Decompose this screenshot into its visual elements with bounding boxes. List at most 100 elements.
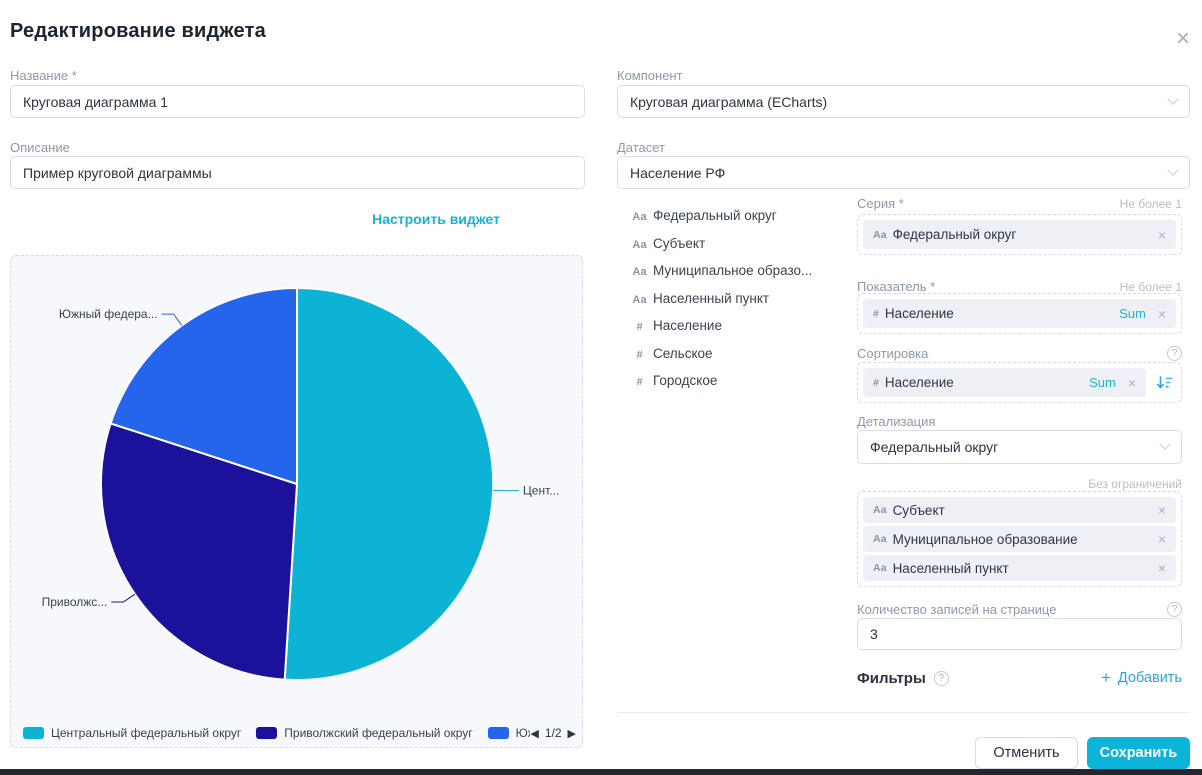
drilldown-chip-list: АаСубъект×АаМуниципальное образование×Аа… [863, 497, 1176, 581]
page-size-input[interactable] [870, 626, 1169, 642]
field-name: Население [653, 318, 722, 333]
cancel-button[interactable]: Отменить [975, 737, 1078, 769]
field-type-icon: # [631, 349, 648, 361]
field-chip[interactable]: Аа Субъект × [863, 497, 1176, 523]
field-name: Население [885, 375, 954, 390]
remove-chip-icon[interactable]: × [1158, 532, 1166, 546]
field-chip[interactable]: Аа Муниципальное образование × [863, 526, 1176, 552]
description-input-wrap [10, 156, 585, 189]
legend-next-icon[interactable]: ▶ [568, 727, 576, 740]
dataset-field[interactable]: # Сельское [631, 346, 846, 361]
dataset-field-list: АаФедеральный округАаСубъектАаМуниципаль… [631, 208, 846, 401]
field-name: Субъект [893, 503, 945, 518]
series-header: Серия * Не более 1 [857, 196, 1182, 211]
field-type-icon: # [873, 377, 879, 389]
legend-swatch [256, 727, 277, 739]
component-select[interactable]: Круговая диаграмма (ECharts) [617, 85, 1190, 118]
component-select-value: Круговая диаграмма (ECharts) [630, 94, 827, 110]
help-icon[interactable]: ? [1167, 346, 1182, 361]
pie-slice-label: Южный федера... [59, 307, 158, 321]
remove-chip-icon[interactable]: × [1158, 228, 1166, 242]
legend-label: Приволжский федеральный округ [284, 726, 472, 740]
field-type-icon: Аа [631, 239, 648, 251]
field-chip[interactable]: #НаселениеSum× [863, 299, 1176, 328]
sort-chip-slot: # Население Sum × [863, 368, 1146, 397]
add-filter-label: Добавить [1118, 670, 1182, 686]
legend-item[interactable]: Приволжский федеральный округ [256, 726, 472, 740]
plus-icon: + [1101, 668, 1111, 688]
pie-slice[interactable] [285, 288, 494, 680]
widget-description-input[interactable] [23, 165, 572, 181]
field-name: Муниципальное образо... [653, 263, 812, 278]
pie-chart-svg[interactable]: Цент...Приволжс...Южный федера... [11, 256, 584, 708]
remove-chip-icon[interactable]: × [1158, 307, 1166, 321]
series-dropzone[interactable]: АаФедеральный округ× [857, 214, 1182, 255]
field-name: Сельское [653, 346, 713, 361]
filters-row: Фильтры ? + Добавить [857, 668, 1182, 688]
metric-dropzone[interactable]: #НаселениеSum× [857, 293, 1182, 334]
aggregation-badge[interactable]: Sum [1089, 375, 1116, 390]
dataset-label: Датасет [617, 140, 665, 155]
drilldown-dropzone[interactable]: АаСубъект×АаМуниципальное образование×Аа… [857, 491, 1182, 587]
help-icon[interactable]: ? [934, 671, 949, 686]
dataset-select-value: Население РФ [630, 165, 725, 181]
dataset-field[interactable]: АаСубъект [631, 236, 846, 251]
legend-prev-icon[interactable]: ◀ [530, 727, 538, 740]
footer-divider [617, 712, 1190, 713]
dataset-field[interactable]: # Население [631, 318, 846, 333]
configure-widget-link[interactable]: Настроить виджет [10, 211, 500, 227]
field-name: Население [885, 306, 954, 321]
metric-limit-hint: Не более 1 [1120, 280, 1182, 294]
page-size-label: Количество записей на странице [857, 602, 1056, 617]
legend-pager: ◀ 1/2 ▶ [530, 726, 576, 740]
add-filter-button[interactable]: + Добавить [1101, 668, 1182, 688]
dataset-field[interactable]: АаФедеральный округ [631, 208, 846, 223]
field-type-icon: Аа [873, 229, 887, 241]
detail-label: Детализация [857, 414, 935, 429]
help-icon[interactable]: ? [1167, 602, 1182, 617]
description-label: Описание [10, 140, 70, 155]
legend-item[interactable]: Центральный федеральный округ [23, 726, 241, 740]
widget-name-input[interactable] [23, 94, 572, 110]
dataset-field[interactable]: # Городское [631, 373, 846, 388]
field-type-icon: # [631, 321, 648, 333]
series-limit-hint: Не более 1 [1120, 197, 1182, 211]
drilldown-limit-hint: Без ограничений [857, 477, 1182, 491]
field-type-icon: Аа [873, 533, 887, 545]
metric-header: Показатель * Не более 1 [857, 279, 1182, 294]
dataset-field[interactable]: АаНаселенный пункт [631, 291, 846, 306]
series-chip-slot: АаФедеральный округ× [863, 220, 1176, 249]
field-name: Городское [653, 373, 717, 388]
name-label: Название * [10, 68, 77, 83]
field-type-icon: Аа [631, 266, 648, 278]
save-button[interactable]: Сохранить [1087, 737, 1190, 769]
detail-select[interactable]: Федеральный округ [857, 430, 1182, 464]
dialog-title: Редактирование виджета [10, 20, 266, 43]
remove-chip-icon[interactable]: × [1128, 376, 1136, 390]
legend-label: Юж [516, 726, 531, 740]
sort-direction-icon[interactable] [1154, 374, 1176, 392]
widget-preview-panel: Цент...Приволжс...Южный федера... Центра… [10, 255, 583, 748]
field-type-icon: # [631, 376, 648, 388]
chevron-down-icon [1167, 93, 1178, 104]
field-chip[interactable]: АаНаселенный пункт× [863, 555, 1176, 581]
page-size-input-wrap [857, 618, 1182, 650]
edit-widget-dialog: Редактирование виджета × Название * Опис… [0, 0, 1202, 775]
legend-item[interactable]: Юж [488, 726, 531, 740]
field-chip[interactable]: АаФедеральный округ× [863, 220, 1176, 249]
aggregation-badge[interactable]: Sum [1119, 306, 1146, 321]
dataset-select[interactable]: Население РФ [617, 156, 1190, 189]
remove-chip-icon[interactable]: × [1158, 561, 1166, 575]
pie-slice-label: Цент... [523, 484, 559, 498]
pie-label-line [111, 594, 135, 602]
field-name: Муниципальное образование [893, 532, 1078, 547]
remove-chip-icon[interactable]: × [1158, 503, 1166, 517]
field-name: Населенный пункт [653, 291, 769, 306]
close-icon[interactable]: × [1176, 28, 1190, 50]
page-size-header: Количество записей на странице ? [857, 602, 1182, 617]
sort-dropzone[interactable]: # Население Sum × [857, 362, 1182, 403]
dataset-field[interactable]: Аа Муниципальное образо... [631, 263, 846, 278]
field-chip[interactable]: # Население Sum × [863, 368, 1146, 397]
field-type-icon: Аа [873, 504, 887, 516]
chevron-down-icon [1159, 439, 1170, 450]
